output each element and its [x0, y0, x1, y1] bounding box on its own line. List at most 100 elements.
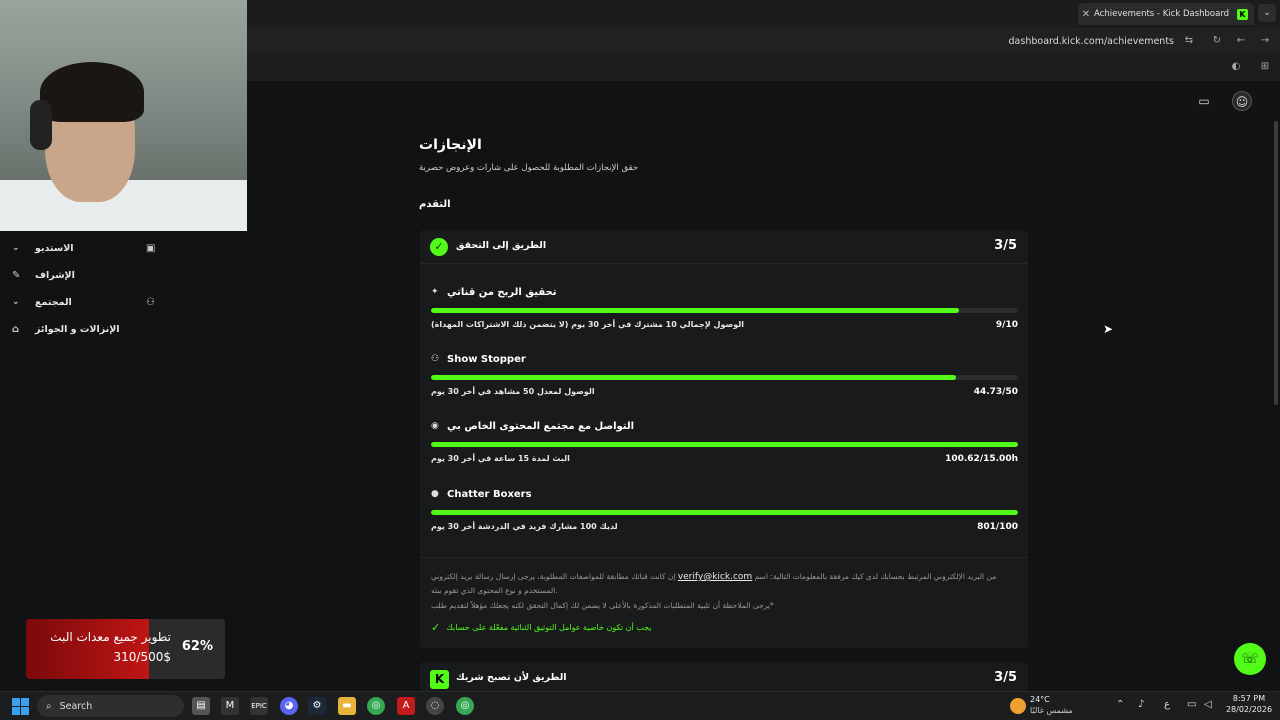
- achievement-name: تحقيق الربح من قناتي: [447, 287, 557, 298]
- section-title: التقدم: [419, 199, 451, 210]
- verified-check-icon: ✓: [430, 238, 448, 256]
- capcut-icon[interactable]: M: [221, 697, 239, 715]
- sidebar-item-label: الإشراف: [35, 269, 75, 281]
- chrome-icon[interactable]: ◎: [367, 697, 385, 715]
- tab-menu-button[interactable]: ⌄: [1258, 4, 1276, 22]
- verification-note: إن كانت قناتك مطابقة للمواصفات المطلوبة،…: [431, 570, 1011, 597]
- support-chat-icon[interactable]: ☏: [1234, 643, 1266, 675]
- eligibility-note: يرجى الملاحظة أن تلبية المتطلبات المذكور…: [431, 601, 774, 610]
- verification-card: ✓ الطريق إلى التحقق 3/5 ✦ تحقيق الربح من…: [420, 230, 1028, 648]
- url-text[interactable]: dashboard.kick.com/achievements: [1009, 36, 1174, 47]
- weather-widget[interactable]: 24°C مشمس غالبًا: [1010, 694, 1080, 718]
- forward-icon[interactable]: →: [1258, 34, 1272, 48]
- chrome-active-icon[interactable]: ◎: [456, 697, 474, 715]
- weather-desc: مشمس غالبًا: [1030, 706, 1073, 715]
- achievement-value: 9/10: [995, 320, 1018, 330]
- sidebar-item-moderation[interactable]: ✎ الإشراف: [10, 265, 160, 285]
- language-indicator[interactable]: ع: [1164, 699, 1170, 710]
- achievement-desc: الوصول لإجمالي 10 مشترك في أخر 30 يوم (ل…: [431, 320, 744, 329]
- dashboard-top-bar: ▭ ☺: [246, 81, 1280, 121]
- achievement-name: Show Stopper: [447, 354, 526, 365]
- adobe-acrobat-icon[interactable]: A: [397, 697, 415, 715]
- progress-fill: [431, 510, 1018, 515]
- progress-fill: [431, 308, 960, 313]
- 2fa-requirement: ✓ يجب أن تكون خاصية عوامل التوثيق الثنائ…: [431, 621, 652, 634]
- requirement-text: يجب أن تكون خاصية عوامل التوثيق الثنائية…: [446, 623, 652, 632]
- page-subtitle: حقق الإنجازات المطلوبة للحصول على شارات …: [419, 163, 639, 173]
- browser-tab[interactable]: ✕ Achievements - Kick Dashboard K: [1078, 3, 1254, 25]
- volume-icon[interactable]: ◁: [1204, 699, 1212, 710]
- weather-sun-icon: [1010, 698, 1026, 714]
- card-header[interactable]: ✓ الطريق إلى التحقق 3/5: [420, 230, 1028, 264]
- reload-icon[interactable]: ↻: [1210, 34, 1224, 48]
- card-count: 3/5: [994, 670, 1017, 685]
- achievement-item: ◉ التواصل مع مجتمع المحتوى الخاص بي البث…: [431, 421, 1018, 479]
- broadcast-icon: ◉: [431, 421, 439, 431]
- main-content: الإنجازات حقق الإنجازات المطلوبة للحصول …: [246, 121, 1280, 702]
- globe-icon[interactable]: ◐: [1229, 60, 1243, 74]
- taskbar-clock[interactable]: 8:57 PM 28/02/2026: [1224, 694, 1274, 714]
- card-footer: إن كانت قناتك مطابقة للمواصفات المطلوبة،…: [420, 557, 1028, 648]
- progress-track: [431, 510, 1018, 515]
- back-icon[interactable]: ←: [1234, 34, 1248, 48]
- scrollbar[interactable]: [1274, 121, 1278, 405]
- gift-icon: ⌂: [12, 323, 20, 335]
- goal-percent: 62%: [181, 639, 213, 654]
- progress-track: [431, 375, 1018, 380]
- epic-games-icon[interactable]: EPIC: [250, 697, 268, 715]
- goal-progress-fill: [26, 619, 150, 679]
- sparkle-icon: ✦: [431, 287, 439, 297]
- achievement-name: التواصل مع مجتمع المحتوى الخاص بي: [447, 421, 635, 432]
- screen: + ✕ Achievements - Kick Dashboard K ⌄ da…: [0, 0, 1280, 720]
- file-explorer-icon[interactable]: ▬: [338, 697, 356, 715]
- sidebar-item-label: الإنزالات و الجوائز: [35, 323, 120, 335]
- search-label: Search: [59, 700, 93, 712]
- achievement-value: 44.73/50: [973, 387, 1018, 397]
- sidebar-item-label: المجتمع: [35, 296, 72, 308]
- dashboard-toggle-icon[interactable]: ▭: [1194, 91, 1214, 111]
- clock-time: 8:57 PM: [1232, 694, 1266, 703]
- sidebar-item-community[interactable]: ⌄ المجتمع ⚇: [10, 292, 160, 312]
- kick-logo-icon: K: [430, 670, 449, 689]
- site-settings-icon[interactable]: ⇆: [1182, 34, 1196, 48]
- webcam-hair: [40, 62, 144, 122]
- close-tab-icon[interactable]: ✕: [1078, 9, 1094, 20]
- check-icon: ✓: [431, 621, 441, 634]
- achievement-item: ● Chatter Boxers لديك 100 مشارك فريد في …: [431, 489, 1018, 547]
- wrench-icon: ✎: [12, 269, 21, 281]
- avatar[interactable]: ☺: [1232, 91, 1252, 111]
- discord-icon[interactable]: ◕: [280, 697, 298, 715]
- card-count: 3/5: [994, 238, 1017, 253]
- chevron-down-icon: ⌄: [12, 243, 20, 253]
- task-view-icon[interactable]: ▤: [192, 697, 210, 715]
- tab-title: Achievements - Kick Dashboard: [1094, 9, 1230, 19]
- chevron-up-icon[interactable]: ⌃: [1116, 699, 1124, 710]
- achievement-name: Chatter Boxers: [447, 489, 532, 500]
- card-title: الطريق لأن تصبح شريك: [456, 672, 567, 683]
- sidebar-item-studio[interactable]: ⌄ الاستديو ▣: [10, 238, 160, 258]
- chat-icon: ●: [431, 489, 439, 499]
- obs-icon[interactable]: ◌: [426, 697, 444, 715]
- sidebar-item-label: الاستديو: [35, 242, 74, 254]
- headphone-icon: [30, 100, 52, 150]
- progress-track: [431, 442, 1018, 447]
- steam-icon[interactable]: ⚙: [308, 697, 326, 715]
- windows-start-icon[interactable]: [12, 698, 29, 715]
- progress-fill: [431, 375, 957, 380]
- apps-grid-icon[interactable]: ⊞: [1258, 60, 1272, 74]
- note-text-before: إن كانت قناتك مطابقة للمواصفات المطلوبة،…: [431, 572, 676, 581]
- windows-taskbar: ⌕ Search ▤ M EPIC ◕ ⚙ ▬ ◎ A ◌ ◎ 24°C مشم…: [0, 691, 1280, 720]
- page-title: الإنجازات: [419, 137, 482, 153]
- studio-icon: ▣: [146, 242, 156, 254]
- clock-date: 28/02/2026: [1225, 705, 1273, 714]
- verify-email-link[interactable]: verify@kick.com: [678, 572, 752, 582]
- goal-amount: 310/500$: [113, 650, 172, 664]
- achievement-item: ✦ تحقيق الربح من قناتي الوصول لإجمالي 10…: [431, 287, 1018, 345]
- taskbar-search[interactable]: ⌕ Search: [37, 695, 184, 717]
- network-icon[interactable]: ▭: [1187, 699, 1196, 710]
- webcam-overlay: [0, 0, 247, 231]
- microphone-icon[interactable]: ♪: [1138, 699, 1144, 710]
- mouse-cursor-icon: ➤: [1103, 322, 1114, 336]
- weather-temp: 24°C: [1030, 695, 1050, 704]
- sidebar-item-drops-rewards[interactable]: ⌂ الإنزالات و الجوائز: [10, 319, 160, 339]
